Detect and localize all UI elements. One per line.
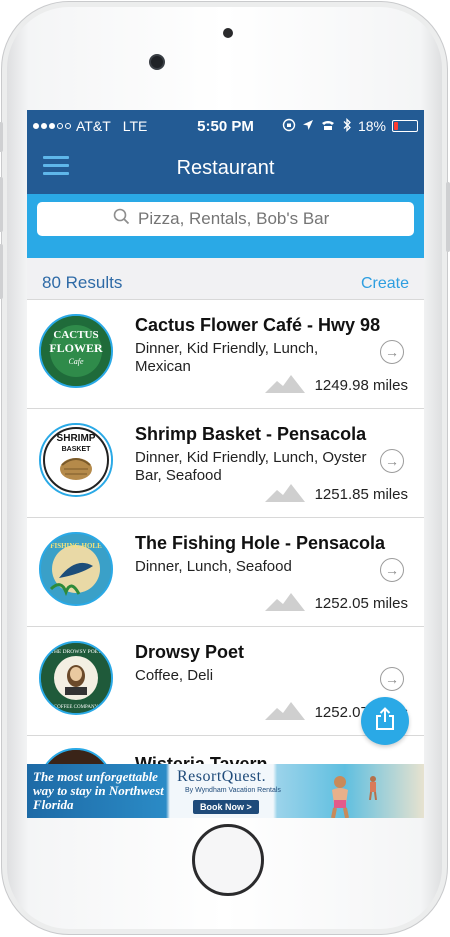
restaurant-logo: FISHING HOLE <box>39 532 113 606</box>
arrow-right-circle-icon[interactable]: → <box>380 340 404 364</box>
mountain-icon <box>264 373 305 397</box>
front-camera <box>149 54 165 70</box>
list-item[interactable]: SHRIMP BASKET Shrimp Basket - Pensacola … <box>27 409 424 518</box>
page-title: Restaurant <box>176 156 275 179</box>
logo-text-line: THE DROWSY POET <box>51 649 102 655</box>
logo-text-line: CACTUS <box>53 329 98 341</box>
rotation-lock-icon <box>282 118 296 135</box>
network-type: LTE <box>122 118 148 134</box>
list-item[interactable]: FISHING HOLE The Fishing Hole - Pensacol… <box>27 518 424 627</box>
distance-value: 1249.98 miles <box>314 376 408 394</box>
search-area <box>27 194 424 258</box>
mountain-icon <box>264 700 305 724</box>
hamburger-menu-icon[interactable] <box>43 156 69 178</box>
ad-book-now-button[interactable]: Book Now > <box>193 800 259 814</box>
logo-text-line: FLOWER <box>49 341 103 355</box>
logo-text-line: COFFEE COMPANY <box>54 705 99 710</box>
tty-icon <box>320 118 336 134</box>
restaurant-logo: SHRIMP BASKET <box>39 423 113 497</box>
carrier-name: AT&T <box>76 118 111 134</box>
battery-level <box>394 122 398 130</box>
logo-text-line: BASKET <box>62 446 92 453</box>
restaurant-tags: Coffee, Deli <box>135 667 214 684</box>
ad-beach-child-image <box>331 776 349 818</box>
create-button[interactable]: Create <box>361 275 409 293</box>
ad-beach-person-image <box>369 776 377 800</box>
logo-text-line: Cafe <box>68 357 84 366</box>
mountain-icon <box>264 591 305 615</box>
mountain-icon <box>264 482 305 506</box>
navigation-bar: Restaurant <box>27 142 424 194</box>
ad-brand: ResortQuest. <box>177 768 267 785</box>
distance: 1251.85 miles <box>264 482 408 506</box>
restaurant-tags: Dinner, Kid Friendly, Lunch, Oyster Bar,… <box>135 449 367 484</box>
status-bar: AT&T LTE 5:50 PM 18% <box>27 110 424 142</box>
ad-banner[interactable]: The most unforgettable way to stay in No… <box>27 764 424 818</box>
restaurant-name: The Fishing Hole - Pensacola <box>135 533 386 553</box>
share-button[interactable] <box>361 697 409 745</box>
distance: 1252.05 miles <box>264 591 408 615</box>
arrow-right-circle-icon[interactable]: → <box>380 667 404 691</box>
distance-value: 1251.85 miles <box>314 485 408 503</box>
logo-text-line: FISHING HOLE <box>50 542 102 550</box>
restaurant-tags: Dinner, Lunch, Seafood <box>135 558 292 575</box>
battery-icon <box>392 120 418 132</box>
restaurant-list: CACTUS FLOWER Cafe Cactus Flower Café - … <box>27 300 424 818</box>
search-icon <box>113 208 130 230</box>
volume-down-button <box>0 244 3 299</box>
results-header: 80 Results Create <box>27 258 424 300</box>
battery-percent: 18% <box>357 118 386 134</box>
restaurant-name: Shrimp Basket - Pensacola <box>135 424 367 444</box>
results-count: 80 Results <box>42 273 123 292</box>
location-arrow-icon <box>302 118 314 134</box>
app-screen: AT&T LTE 5:50 PM 18% Restaurant Pizza, R… <box>27 110 424 818</box>
restaurant-name: Drowsy Poet <box>135 642 245 662</box>
arrow-right-circle-icon[interactable]: → <box>380 558 404 582</box>
restaurant-logo: THE DROWSY POET COFFEE COMPANY <box>39 641 113 715</box>
mute-switch <box>0 122 3 152</box>
volume-up-button <box>0 177 3 232</box>
signal-strength-icon <box>33 123 71 129</box>
logo-text-line: SHRIMP <box>57 433 96 444</box>
ad-tagline: The most unforgettable way to stay in No… <box>33 769 164 812</box>
distance-value: 1252.05 miles <box>314 594 408 612</box>
search-input[interactable] <box>138 209 338 229</box>
share-icon <box>374 706 396 736</box>
power-button <box>446 182 450 252</box>
restaurant-tags: Dinner, Kid Friendly, Lunch, Mexican <box>135 340 319 375</box>
search-field[interactable] <box>37 202 414 236</box>
status-time: 5:50 PM <box>197 117 254 135</box>
bluetooth-icon <box>342 117 352 135</box>
distance: 1249.98 miles <box>264 373 408 397</box>
restaurant-name: Cactus Flower Café - Hwy 98 <box>135 315 381 335</box>
arrow-right-circle-icon[interactable]: → <box>380 449 404 473</box>
proximity-sensor <box>223 28 233 38</box>
restaurant-logo: CACTUS FLOWER Cafe <box>39 314 113 388</box>
list-item[interactable]: CACTUS FLOWER Cafe Cactus Flower Café - … <box>27 300 424 409</box>
ad-subtitle: By Wyndham Vacation Rentals <box>185 787 281 794</box>
home-button[interactable] <box>192 824 264 896</box>
